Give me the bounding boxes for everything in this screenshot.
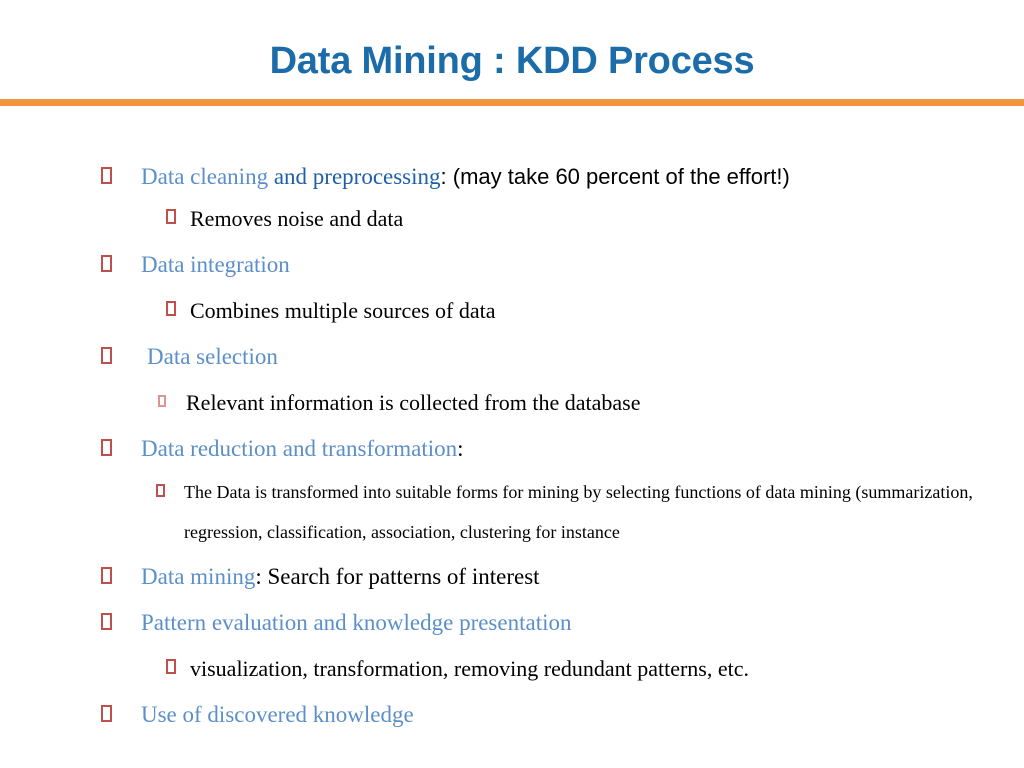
run-data-reduction: Data reduction and transformation (141, 436, 458, 461)
bullet-data-mining: Data mining: Search for patterns of inte… (0, 562, 540, 592)
bullet-square-icon (101, 613, 112, 630)
bullet-square-icon (101, 167, 112, 184)
bullet-text-relevant-information: Relevant information is collected from t… (186, 390, 641, 415)
title-divider (0, 99, 1024, 106)
slide-body: Data cleaning and preprocessing: (may ta… (0, 152, 1024, 752)
bullet-square-icon (166, 659, 176, 674)
run-and-preprocessing: and preprocessing (273, 164, 441, 189)
bullet-text-the-data-transformed: The Data is transformed into suitable fo… (184, 482, 973, 542)
bullet-text-data-integration: Data integration (141, 252, 290, 277)
bullet-data-cleaning: Data cleaning and preprocessing: (may ta… (0, 162, 790, 192)
bullet-the-data-transformed: The Data is transformed into suitable fo… (0, 472, 984, 552)
bullet-text-removes-noise: Removes noise and data (190, 206, 404, 231)
run-reduction-colon: : (457, 436, 464, 461)
bullet-text-use-of-knowledge: Use of discovered knowledge (141, 702, 414, 727)
page-title: Data Mining : KDD Process (269, 40, 755, 82)
bullet-data-selection: Data selection (0, 342, 278, 372)
bullet-removes-noise: Removes noise and data (0, 204, 403, 233)
bullet-pattern-evaluation: Pattern evaluation and knowledge present… (0, 608, 571, 638)
bullet-text-data-reduction: Data reduction and transformation: (141, 434, 464, 464)
bullet-combines-sources: Combines multiple sources of data (0, 296, 496, 325)
bullet-square-icon (101, 347, 112, 364)
run-data-mining: Data mining (141, 564, 256, 589)
run-data-cleaning: Data cleaning (141, 164, 274, 189)
bullet-visualization: visualization, transformation, removing … (0, 654, 749, 683)
bullet-text-pattern-evaluation: Pattern evaluation and knowledge present… (141, 610, 572, 635)
bullet-square-icon (101, 567, 112, 584)
bullet-text-data-cleaning: Data cleaning and preprocessing: (may ta… (141, 162, 790, 192)
bullet-text-visualization: visualization, transformation, removing … (190, 656, 750, 681)
bullet-square-icon (101, 255, 112, 272)
bullet-square-icon (166, 301, 176, 316)
bullet-text-data-selection: Data selection (147, 344, 278, 369)
bullet-square-icon (156, 484, 165, 497)
bullet-data-reduction: Data reduction and transformation: (0, 434, 464, 464)
bullet-square-icon (101, 439, 112, 456)
bullet-use-of-knowledge: Use of discovered knowledge (0, 700, 414, 730)
bullet-square-icon (158, 395, 166, 407)
bullet-relevant-information: Relevant information is collected from t… (0, 388, 641, 417)
bullet-data-integration: Data integration (0, 250, 290, 280)
run-search-patterns: : Search for patterns of interest (255, 564, 540, 589)
run-effort-note: : (may take 60 percent of the effort!) (440, 164, 790, 189)
bullet-square-icon (101, 705, 112, 722)
bullet-square-icon (166, 209, 176, 224)
bullet-text-combines-sources: Combines multiple sources of data (190, 298, 496, 323)
bullet-text-data-mining: Data mining: Search for patterns of inte… (141, 562, 540, 592)
